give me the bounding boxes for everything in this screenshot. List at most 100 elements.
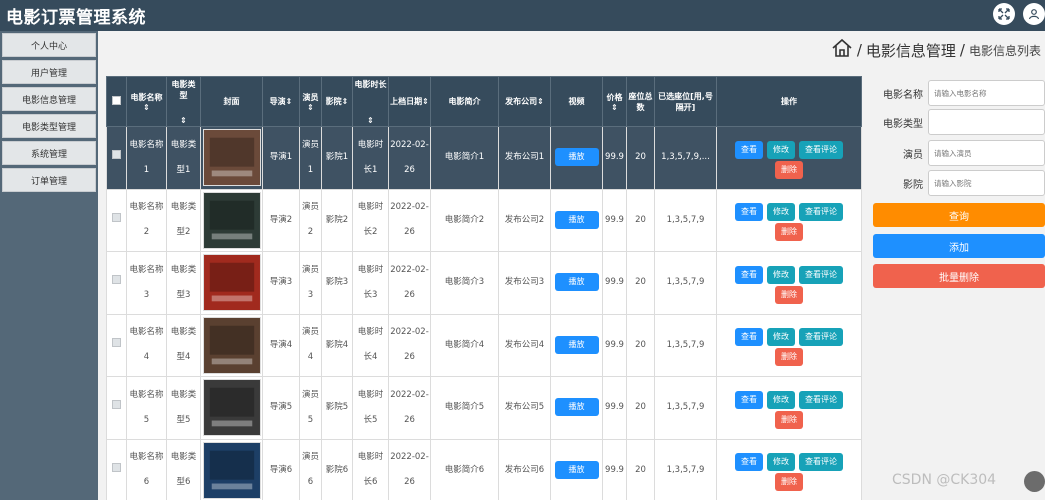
view-button[interactable]: 查看 [735, 328, 763, 347]
home-icon[interactable] [831, 38, 853, 62]
play-button[interactable]: 播放 [554, 148, 599, 167]
edit-button[interactable]: 修改 [767, 265, 795, 284]
cell-ops: 查看 修改 查看评论 删除 [716, 251, 862, 315]
table-row[interactable]: 电影名称6 电影类型6 导演6 演员6 影院6 电影时长6 2022-02-26 电影简介6 发… [106, 438, 862, 500]
header-name[interactable]: 电影名称⇕ [126, 76, 167, 127]
scroll-top-button[interactable] [1024, 471, 1045, 492]
sort-icon[interactable]: ⇕ [611, 103, 618, 112]
delete-button[interactable]: 删除 [775, 285, 803, 304]
row-checkbox[interactable] [112, 337, 121, 347]
cell-seat-total: 20 [626, 126, 655, 190]
view-reviews-button[interactable]: 查看评论 [799, 203, 843, 222]
view-reviews-button[interactable]: 查看评论 [799, 140, 843, 159]
view-reviews-button[interactable]: 查看评论 [799, 265, 843, 284]
delete-button[interactable]: 删除 [775, 223, 803, 242]
actor-label: 演员 [903, 150, 923, 161]
view-button[interactable]: 查看 [735, 203, 763, 222]
sidebar-item-system[interactable]: 系统管理 [2, 141, 96, 165]
table-row[interactable]: 电影名称5 电影类型5 导演5 演员5 影院5 电影时长5 2022-02-26 电影简介5 发… [106, 376, 862, 440]
select-all-checkbox[interactable] [112, 96, 121, 105]
play-button[interactable]: 播放 [554, 273, 599, 292]
edit-button[interactable]: 修改 [767, 453, 795, 472]
view-reviews-button[interactable]: 查看评论 [799, 328, 843, 347]
cell-ops: 查看 修改 查看评论 删除 [716, 126, 862, 190]
table-row[interactable]: 电影名称3 电影类型3 导演3 演员3 影院3 电影时长3 2022-02-26 电影简介3 发… [106, 251, 862, 315]
search-row-actor: 演员 [870, 140, 1045, 166]
sort-icon[interactable]: ⇕ [422, 97, 429, 106]
row-select-cell[interactable] [106, 313, 127, 377]
cell-video: 播放 [550, 438, 603, 500]
header-label: 影院 [325, 97, 342, 106]
sort-icon[interactable]: ⇕ [342, 97, 349, 106]
view-button[interactable]: 查看 [735, 390, 763, 409]
view-button[interactable]: 查看 [735, 265, 763, 284]
sort-icon[interactable]: ⇕ [307, 103, 314, 112]
header-duration[interactable]: 电影时长 ⇕ [352, 76, 389, 127]
play-button[interactable]: 播放 [554, 335, 599, 354]
sort-icon[interactable]: ⇕ [367, 116, 374, 125]
row-checkbox[interactable] [112, 275, 121, 285]
row-checkbox[interactable] [112, 400, 121, 410]
header-publisher[interactable]: 发布公司⇕ [498, 76, 551, 127]
name-search-input[interactable] [928, 80, 1045, 106]
query-button[interactable]: 查询 [873, 203, 1045, 227]
play-button[interactable]: 播放 [554, 460, 599, 479]
edit-button[interactable]: 修改 [767, 140, 795, 159]
play-button[interactable]: 播放 [554, 210, 599, 229]
fullscreen-icon[interactable] [993, 3, 1015, 25]
view-button[interactable]: 查看 [735, 453, 763, 472]
header-price[interactable]: 价格⇕ [602, 76, 627, 127]
sort-icon[interactable]: ⇕ [537, 97, 544, 106]
type-search-input[interactable] [928, 109, 1045, 135]
movie-poster [202, 441, 261, 499]
header-seat-total[interactable]: 座位总数 [626, 76, 655, 127]
row-select-cell[interactable] [106, 126, 127, 190]
row-select-cell[interactable] [106, 251, 127, 315]
table-row[interactable]: 电影名称2 电影类型2 导演2 演员2 影院2 电影时长2 2022-02-26 电影简介2 发… [106, 188, 862, 252]
sort-icon[interactable]: ⇕ [143, 103, 150, 112]
actor-search-input[interactable] [928, 140, 1045, 166]
row-select-cell[interactable] [106, 188, 127, 252]
sidebar-item-user-management[interactable]: 用户管理 [2, 60, 96, 84]
row-checkbox[interactable] [112, 150, 121, 160]
edit-button[interactable]: 修改 [767, 390, 795, 409]
view-reviews-button[interactable]: 查看评论 [799, 390, 843, 409]
delete-button[interactable]: 删除 [775, 160, 803, 179]
header-cinema[interactable]: 影院⇕ [321, 76, 353, 127]
cell-ops: 查看 修改 查看评论 删除 [716, 188, 862, 252]
cinema-search-input[interactable] [928, 170, 1045, 196]
table-row[interactable]: 电影名称4 电影类型4 导演4 演员4 影院4 电影时长4 2022-02-26 电影简介4 发… [106, 313, 862, 377]
sidebar-item-movie-info[interactable]: 电影信息管理 [2, 87, 96, 111]
delete-button[interactable]: 删除 [775, 473, 803, 492]
header-release-date[interactable]: 上档日期⇕ [388, 76, 431, 127]
delete-button[interactable]: 删除 [775, 348, 803, 367]
sidebar-item-movie-type[interactable]: 电影类型管理 [2, 114, 96, 138]
edit-button[interactable]: 修改 [767, 328, 795, 347]
sidebar-item-orders[interactable]: 订单管理 [2, 168, 96, 192]
play-button[interactable]: 播放 [554, 398, 599, 417]
sidebar-item-personal-center[interactable]: 个人中心 [2, 33, 96, 57]
cell-intro: 电影简介1 [430, 126, 499, 190]
header-director[interactable]: 导演⇕ [262, 76, 300, 127]
cell-release-date: 2022-02-26 [388, 376, 431, 440]
row-checkbox[interactable] [112, 462, 121, 472]
edit-button[interactable]: 修改 [767, 203, 795, 222]
sort-icon[interactable]: ⇕ [286, 97, 293, 106]
table-row[interactable]: 电影名称1 电影类型1 导演1 演员1 影院1 电影时长1 2022-02-26 电影简介1 发… [106, 126, 862, 190]
view-button[interactable]: 查看 [735, 140, 763, 159]
breadcrumb-separator: / [959, 41, 965, 59]
row-select-cell[interactable] [106, 438, 127, 500]
add-button[interactable]: 添加 [873, 234, 1045, 258]
view-reviews-button[interactable]: 查看评论 [799, 453, 843, 472]
batch-delete-button[interactable]: 批量删除 [873, 264, 1045, 288]
row-checkbox[interactable] [112, 212, 121, 222]
breadcrumb-main[interactable]: 电影信息管理 [866, 40, 956, 61]
row-select-cell[interactable] [106, 376, 127, 440]
user-icon[interactable] [1023, 3, 1045, 25]
header-type[interactable]: 电影类型 ⇕ [166, 76, 201, 127]
header-video: 视频 [550, 76, 603, 127]
delete-button[interactable]: 删除 [775, 410, 803, 429]
header-actor[interactable]: 演员⇕ [299, 76, 322, 127]
select-all-header[interactable] [106, 76, 127, 127]
sort-icon[interactable]: ⇕ [180, 116, 187, 125]
